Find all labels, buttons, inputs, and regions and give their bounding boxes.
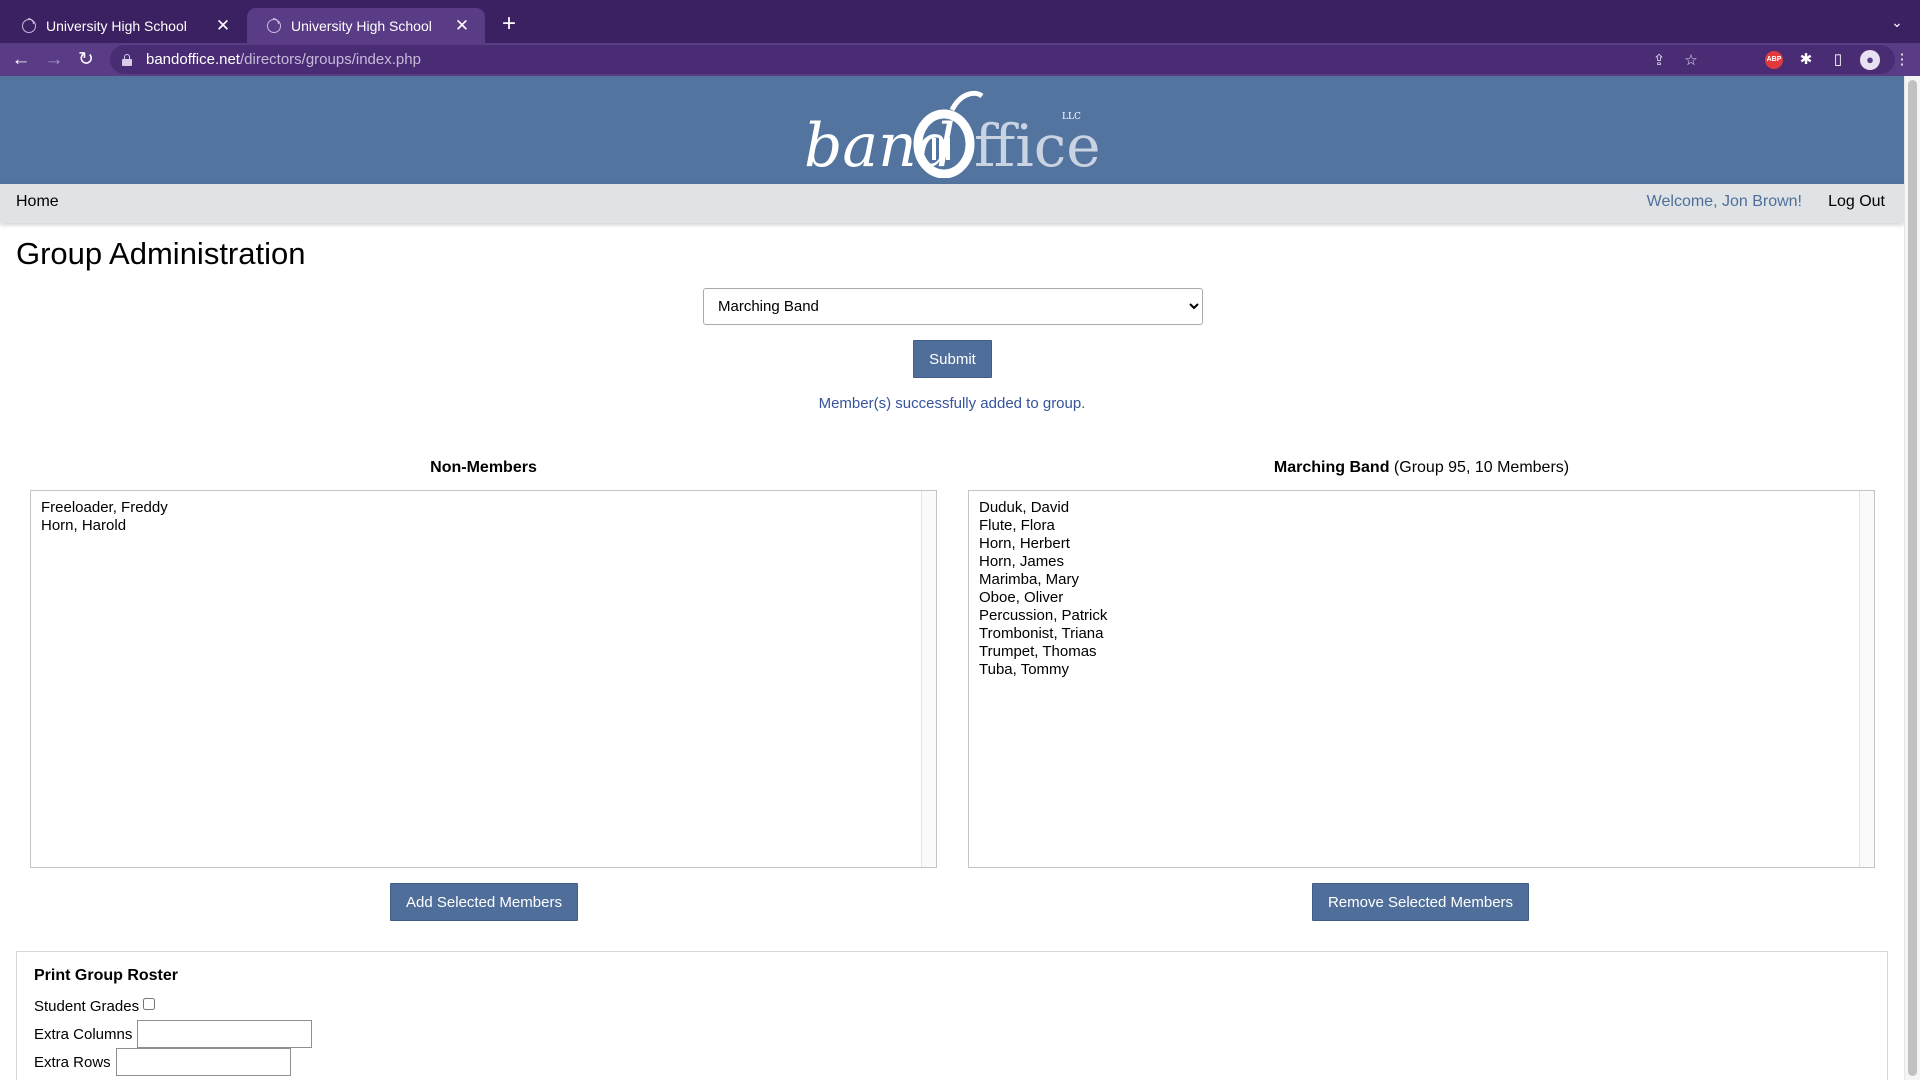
listbox-scrollbar[interactable]	[921, 491, 936, 867]
tab-close-icon[interactable]: ✕	[214, 16, 232, 35]
logo-word-ffice: ffice	[974, 112, 1101, 178]
nav-home-link[interactable]: Home	[16, 193, 59, 211]
print-roster-panel: Print Group Roster Student Grades Extra …	[16, 951, 1888, 1080]
url-host: bandoffice.net	[146, 51, 240, 68]
listbox-scrollbar[interactable]	[1859, 491, 1874, 867]
tab-title: University High School	[46, 17, 187, 34]
site-favicon-icon	[267, 17, 281, 33]
extensions-icon[interactable]: ✱	[1790, 47, 1822, 73]
non-members-listbox[interactable]: Freeloader, Freddy Horn, Harold	[30, 490, 937, 868]
logout-link[interactable]: Log Out	[1828, 193, 1885, 211]
browser-toolbar: ← → ↻ bandoffice.net/directors/groups/in…	[0, 43, 1920, 76]
new-tab-icon[interactable]: +	[496, 12, 522, 38]
menu-icon[interactable]: ⋮	[1886, 47, 1918, 73]
page-scrollbar[interactable]	[1904, 76, 1920, 1080]
tab-close-icon[interactable]: ✕	[453, 16, 471, 35]
web-page: band ffice LLC Home Welcome, Jon Brown! …	[0, 76, 1920, 1080]
group-members-listbox[interactable]: Duduk, David Flute, Flora Horn, Herbert …	[968, 490, 1875, 868]
sidepanel-icon[interactable]: ▯	[1822, 47, 1854, 73]
success-message: Member(s) successfully added to group.	[818, 395, 1086, 412]
list-item[interactable]: Duduk, David	[979, 499, 1864, 517]
lock-icon[interactable]	[122, 53, 132, 66]
list-item[interactable]: Horn, Harold	[41, 517, 926, 535]
extra-columns-input[interactable]	[137, 1020, 313, 1048]
top-nav-bar: Home Welcome, Jon Brown! Log Out	[0, 184, 1904, 223]
site-header: band ffice LLC	[0, 76, 1904, 184]
remove-selected-members-button[interactable]: Remove Selected Members	[1312, 883, 1529, 921]
url-path: /directors/groups/index.php	[239, 51, 421, 68]
extra-columns-label: Extra Columns	[34, 1025, 133, 1043]
star-icon[interactable]: ☆	[1675, 51, 1707, 69]
browser-tab-strip: University High School ✕ University High…	[0, 0, 1920, 43]
extra-columns-row: Extra Columns	[34, 1020, 313, 1048]
forward-icon[interactable]: →	[41, 47, 67, 73]
welcome-user-link[interactable]: Welcome, Jon Brown!	[1647, 193, 1802, 211]
group-info: (Group 95, 10 Members)	[1389, 459, 1570, 476]
extra-rows-label: Extra Rows	[34, 1053, 111, 1071]
submit-button[interactable]: Submit	[913, 340, 992, 378]
group-select[interactable]: Marching Band	[703, 288, 1203, 325]
share-icon[interactable]: ⇪	[1643, 51, 1675, 69]
add-selected-members-button[interactable]: Add Selected Members	[390, 883, 578, 921]
tab-title: University High School	[291, 17, 432, 34]
list-item[interactable]: Marimba, Mary	[979, 571, 1864, 589]
list-item[interactable]: Horn, Herbert	[979, 535, 1864, 553]
back-icon[interactable]: ←	[8, 47, 34, 73]
list-item[interactable]: Percussion, Patrick	[979, 607, 1864, 625]
extra-rows-input[interactable]	[115, 1048, 291, 1076]
student-grades-row: Student Grades	[34, 997, 156, 1015]
page-title: Group Administration	[16, 236, 306, 271]
list-item[interactable]: Flute, Flora	[979, 517, 1864, 535]
print-roster-title: Print Group Roster	[34, 967, 179, 984]
list-item[interactable]: Horn, James	[979, 553, 1864, 571]
scrollbar-thumb[interactable]	[1908, 80, 1917, 1076]
profile-icon[interactable]: ●	[1854, 47, 1886, 73]
bandoffice-logo[interactable]: band ffice LLC	[804, 86, 1104, 178]
reload-icon[interactable]: ↻	[73, 47, 99, 73]
site-favicon-icon	[22, 17, 36, 33]
list-item[interactable]: Freeloader, Freddy	[41, 499, 926, 517]
extra-rows-row: Extra Rows	[34, 1048, 291, 1076]
tab-search-chevron-icon[interactable]: ⌄	[1888, 14, 1906, 32]
list-item[interactable]: Oboe, Oliver	[979, 589, 1864, 607]
adblock-icon[interactable]: ABP	[1758, 47, 1790, 73]
group-members-heading: Marching Band (Group 95, 10 Members)	[968, 459, 1875, 477]
list-item[interactable]: Tuba, Tommy	[979, 661, 1864, 679]
list-item[interactable]: Trumpet, Thomas	[979, 643, 1864, 661]
non-members-heading: Non-Members	[430, 459, 537, 476]
student-grades-checkbox[interactable]	[143, 997, 156, 1010]
group-name: Marching Band	[1273, 459, 1390, 476]
student-grades-label: Student Grades	[34, 998, 140, 1015]
list-item[interactable]: Trombonist, Triana	[979, 625, 1864, 643]
logo-llc: LLC	[1062, 112, 1081, 122]
address-bar[interactable]: bandoffice.net/directors/groups/index.ph…	[110, 45, 1895, 74]
browser-tab-1[interactable]: University High School ✕	[2, 8, 246, 43]
browser-tab-2[interactable]: University High School ✕	[247, 8, 485, 43]
